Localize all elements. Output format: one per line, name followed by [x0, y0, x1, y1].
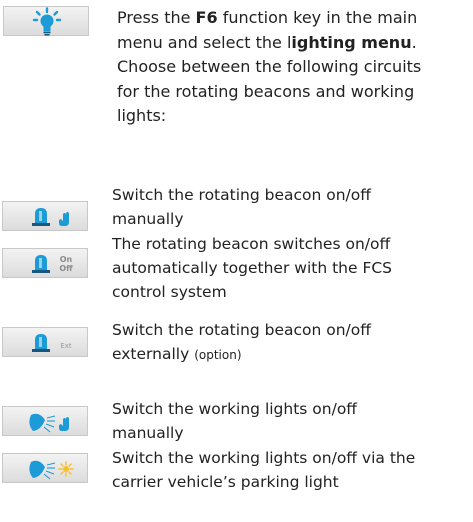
working-light-icon: [29, 413, 56, 433]
lighting-menu-label: ighting menu: [291, 32, 412, 52]
on-label: On: [60, 255, 73, 264]
item-line: control system: [112, 283, 227, 301]
item-line: Switch the rotating beacon on/off: [112, 186, 371, 204]
list-item: Switch the rotating beacon on/off manual…: [112, 183, 473, 231]
rotating-beacon-icon: [32, 334, 50, 352]
beacon-external-button[interactable]: Ext: [2, 327, 88, 357]
list-item: The rotating beacon switches on/off auto…: [112, 232, 473, 304]
beacon-auto-button[interactable]: On Off: [2, 248, 88, 278]
beacon-manual-button[interactable]: [2, 201, 88, 231]
lightbulb-icon: [32, 7, 62, 36]
list-item: Switch the rotating beacon on/off extern…: [112, 318, 473, 367]
item-line: Switch the rotating beacon on/off: [112, 321, 371, 339]
intro-line: for the rotating beacons and working: [117, 81, 415, 101]
rotating-beacon-icon: [32, 208, 50, 226]
rotating-beacon-icon: [32, 255, 50, 273]
list-item: Switch the working lights on/off manuall…: [112, 397, 473, 445]
intro-text-part: .: [411, 32, 417, 52]
off-label: Off: [59, 264, 73, 273]
hand-icon: [59, 417, 69, 431]
item-line: automatically together with the FCS: [112, 259, 393, 277]
intro-line: lights:: [117, 106, 167, 125]
parking-light-icon: [58, 461, 74, 477]
item-line: Switch the working lights on/off via the: [112, 449, 416, 467]
intro-text-part: menu and select the l: [117, 32, 292, 52]
option-note: (option): [194, 348, 242, 362]
ext-icon: Ext: [60, 342, 72, 350]
intro-text-part: function key in the main: [217, 8, 418, 27]
item-line: Switch the working lights on/off: [112, 400, 357, 418]
hand-icon: [59, 212, 69, 226]
item-line: manually: [112, 424, 184, 442]
item-line: manually: [112, 210, 184, 228]
worklight-manual-button[interactable]: [2, 406, 88, 436]
intro-text-part: Press the: [117, 8, 196, 27]
worklight-parking-button[interactable]: [2, 453, 88, 483]
item-line: carrier vehicle’s parking light: [112, 473, 339, 491]
on-off-icon: On Off: [59, 255, 73, 273]
f6-key-label: F6: [195, 8, 218, 27]
lighting-menu-button[interactable]: [3, 6, 89, 36]
working-light-icon: [29, 460, 56, 480]
list-item: Switch the working lights on/off via the…: [112, 446, 473, 494]
intro-line: Choose between the following circuits: [117, 57, 422, 76]
item-line: externally: [112, 345, 195, 363]
item-line: The rotating beacon switches on/off: [112, 235, 391, 253]
intro-text: Press the F6 function key in the main me…: [117, 6, 421, 129]
